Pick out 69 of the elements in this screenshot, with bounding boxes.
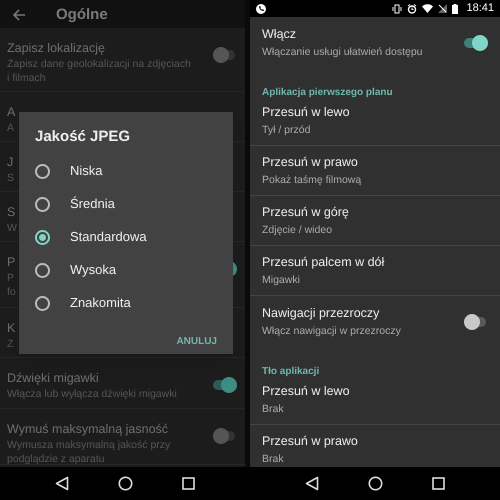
section-header: Tło aplikacji (262, 366, 320, 377)
setting-description: podglądzie z aparatu (7, 452, 106, 466)
setting-description: Zdjęcie / wideo (262, 222, 334, 238)
setting-description: Zapisz dane geolokalizacji na zdjęciach (7, 57, 191, 71)
clock-time: 18:41 (466, 1, 494, 16)
setting-description: Pokaż taśmę filmową (262, 172, 362, 188)
setting-title: J (7, 154, 14, 171)
radio-option[interactable]: Standardowa (35, 220, 217, 254)
setting-description: A (7, 121, 16, 135)
back-icon (304, 476, 319, 491)
toggle-switch[interactable] (464, 313, 488, 331)
setting-description: Włącza lub wyłącza dźwięki migawki (7, 387, 177, 401)
setting-description: Migawki (262, 272, 301, 288)
setting-title: Przesuń w lewo (262, 382, 350, 400)
back-icon (54, 476, 69, 491)
setting-title: Przesuń w lewo (262, 104, 350, 121)
recents-icon (432, 477, 446, 490)
vibrate-icon (392, 4, 402, 14)
setting-description: P (7, 271, 16, 285)
radio-option[interactable]: Wysoka (35, 254, 217, 286)
setting-description: W (7, 221, 17, 235)
radio-button[interactable] (35, 230, 50, 244)
setting-description: Włączanie usługi ułatwień dostępu (262, 45, 423, 60)
setting-description: Brak (262, 402, 285, 416)
back-arrow-icon (12, 9, 26, 21)
setting-title: K (7, 320, 16, 337)
setting-title: Nawigacji przezroczy (262, 305, 380, 322)
setting-description: i filmach (7, 71, 47, 85)
setting-title: Wymuś maksymalną jasność (7, 421, 170, 438)
screen-title: Ogólne (56, 4, 108, 25)
setting-title: Przesuń w prawo (262, 154, 359, 171)
section-header: Aplikacja pierwszego planu (262, 87, 393, 98)
setting-description: Włącz nawigacji w przezroczy (262, 324, 401, 339)
radio-button[interactable] (35, 164, 50, 178)
setting-description: Brak (262, 452, 285, 467)
radio-button[interactable] (35, 262, 50, 278)
dialog-title: Jakość JPEG (35, 127, 132, 147)
radio-option[interactable]: Niska (35, 154, 217, 188)
battery-icon (452, 4, 458, 14)
setting-title: Przesuń w prawo (262, 433, 358, 450)
recents-icon (182, 477, 196, 490)
setting-description: fo (7, 285, 16, 299)
setting-description: Tył / przód (262, 122, 312, 138)
toggle-switch[interactable] (213, 376, 237, 394)
setting-description: S (7, 171, 14, 185)
setting-title: A (7, 104, 16, 121)
radio-option[interactable]: Średnia (35, 188, 217, 220)
setting-title: S (7, 204, 16, 221)
cancel-button[interactable]: ANULUJ (176, 334, 217, 348)
home-icon (118, 476, 133, 491)
no-signal-icon (438, 4, 448, 13)
phone-icon (256, 4, 266, 14)
radio-option[interactable]: Znakomita (35, 286, 217, 320)
toggle-switch[interactable] (213, 46, 237, 64)
setting-title: P (7, 254, 16, 271)
radio-button[interactable] (35, 296, 50, 310)
setting-title: Dźwięki migawki (7, 370, 100, 387)
toggle-switch[interactable] (464, 34, 488, 52)
toggle-switch[interactable] (213, 427, 237, 445)
setting-title: Przesuń w górę (262, 204, 349, 221)
setting-title: Zapisz lokalizację (7, 40, 106, 57)
setting-description: Wymusza maksymalną jakość przy (7, 438, 170, 452)
setting-title: Przesuń palcem w dół (262, 254, 384, 271)
home-icon (368, 476, 383, 491)
setting-title: Włącz (262, 26, 298, 44)
radio-button[interactable] (35, 196, 50, 212)
wifi-icon (422, 4, 434, 13)
setting-description: Z (7, 337, 14, 351)
alarm-icon (407, 4, 418, 14)
